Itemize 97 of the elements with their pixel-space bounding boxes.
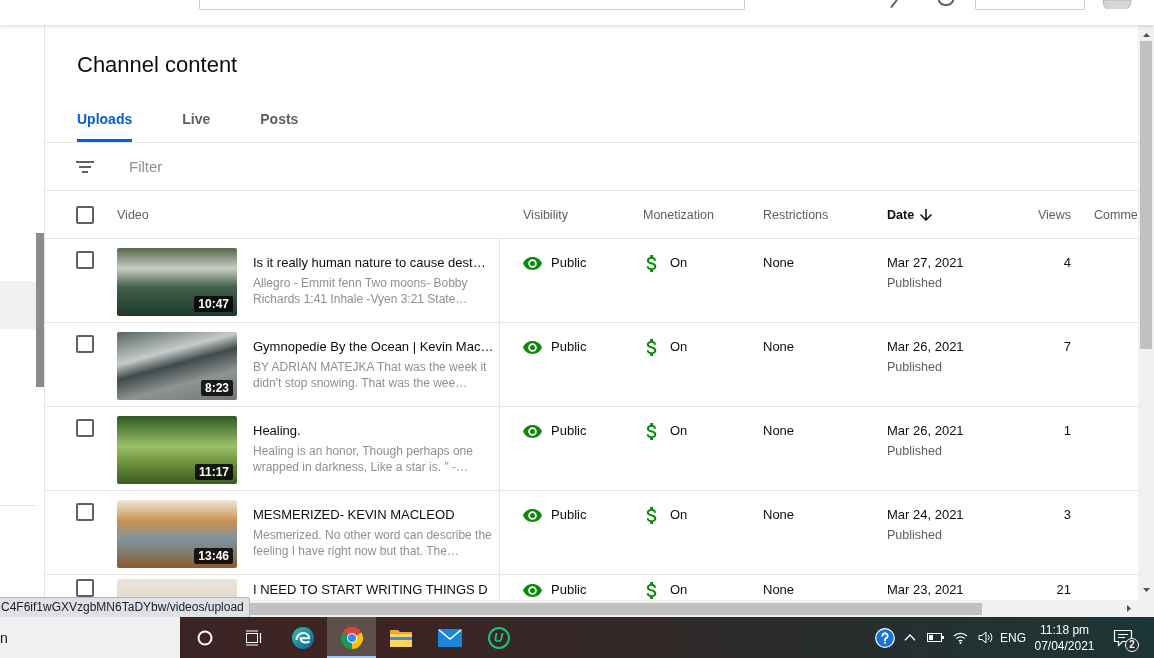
restrictions-label: None (763, 581, 795, 599)
dollar-icon (646, 338, 657, 356)
video-title[interactable]: I NEED TO START WRITING THINGS D (253, 581, 488, 599)
ring-icon[interactable] (937, 0, 955, 6)
visibility-label: Public (551, 254, 587, 272)
column-header[interactable]: Video (117, 206, 149, 223)
visibility-label: Public (551, 422, 587, 440)
browser-icon (290, 625, 315, 650)
video-description: Allegro - Emmit fenn Two moons- Bobby Richards 1:41 Inhale -Vyen 3:21 State… (253, 275, 469, 307)
view-count: 1 (1063, 422, 1071, 440)
video-duration: 11:17 (194, 464, 233, 480)
video-title[interactable]: Healing. (253, 422, 301, 440)
restrictions-label: None (763, 254, 795, 272)
filter-field[interactable]: Filter (129, 155, 369, 178)
view-count: 21 (1056, 581, 1071, 599)
triangle-down-icon (1142, 588, 1150, 592)
publish-status: Published (887, 443, 942, 459)
publish-date: Mar 26, 2021 (887, 338, 964, 356)
tab[interactable]: Uploads (77, 95, 133, 142)
clock-date[interactable]: 07/04/2021 (1034, 637, 1095, 654)
publish-date: Mar 24, 2021 (887, 506, 964, 524)
monetization-label: On (670, 338, 688, 356)
column-header[interactable]: Date (887, 206, 933, 223)
row-checkbox[interactable] (76, 503, 94, 521)
view-count: 4 (1063, 254, 1071, 272)
help-icon[interactable] (875, 627, 895, 648)
browser-icon (339, 625, 364, 650)
eye-icon (523, 583, 542, 597)
ring-icon (196, 629, 213, 646)
column-header[interactable]: Comme (1094, 206, 1138, 223)
column-header[interactable]: Monetization (643, 206, 714, 223)
publish-date: Mar 27, 2021 (887, 254, 964, 272)
video-description: BY ADRIAN MATEJKA That was the week it didn't stop snowing. That was the wee… (253, 359, 488, 391)
video-duration: 10:47 (194, 296, 233, 312)
eye-icon (523, 256, 542, 270)
view-count: 3 (1063, 506, 1071, 524)
triangle-right-icon (1127, 605, 1131, 612)
video-description: Healing is an honor, Though perhaps one wrapped in darkness, Like a star is. " -… (253, 443, 474, 475)
monetization-label: On (670, 254, 688, 272)
search-field[interactable] (199, 0, 745, 10)
video-duration: 13:46 (194, 548, 233, 564)
notification-icon[interactable] (1113, 628, 1133, 647)
chevron-up-icon[interactable] (904, 634, 916, 641)
row-checkbox[interactable] (76, 419, 94, 437)
restrictions-label: None (763, 422, 795, 440)
dollar-icon (646, 581, 657, 599)
language-indicator[interactable]: ENG (1000, 630, 1026, 645)
notification-count: 2 (1125, 637, 1139, 652)
column-header[interactable]: Restrictions (763, 206, 829, 223)
dollar-icon (646, 506, 657, 524)
eye-icon (523, 508, 542, 522)
publish-status: Published (887, 527, 942, 543)
video-title[interactable]: MESMERIZED- KEVIN MACLEOD (253, 506, 455, 524)
eye-icon (523, 340, 542, 354)
row-checkbox[interactable] (76, 251, 94, 269)
arrow-down-icon (920, 208, 933, 221)
wifi-icon[interactable] (953, 631, 968, 644)
battery-icon[interactable] (927, 633, 944, 642)
video-title[interactable]: Gymnopedie By the Ocean | Kevin Mac… (253, 338, 494, 356)
folder-icon (388, 627, 413, 648)
taskbar-search-field[interactable]: n (0, 617, 180, 658)
video-duration: 8:23 (200, 380, 233, 396)
visibility-label: Public (551, 506, 587, 524)
status-url-tooltip: C4F6if1wGXVzgbMN6TaDYbw/videos/upload (0, 597, 250, 617)
visibility-label: Public (551, 581, 587, 599)
video-description: Mesmerized. No other word can describe the feeling I have right now but that. The… (253, 527, 493, 559)
task-view-icon (244, 629, 263, 646)
tab[interactable]: Live (182, 95, 211, 142)
taskbar-button[interactable]: U (474, 617, 523, 658)
dollar-icon (646, 254, 657, 272)
tab[interactable]: Posts (260, 95, 299, 142)
publish-date: Mar 23, 2021 (887, 581, 964, 599)
mail-icon (437, 628, 462, 647)
volume-icon[interactable] (977, 631, 993, 644)
restrictions-label: None (763, 506, 795, 524)
publish-status: Published (887, 359, 942, 375)
clock-time[interactable]: 11:18 pm (1039, 621, 1090, 638)
row-checkbox[interactable] (76, 335, 94, 353)
slash-icon[interactable] (890, 0, 898, 8)
restrictions-label: None (763, 338, 795, 356)
monetization-label: On (670, 506, 688, 524)
dollar-icon (646, 422, 657, 440)
monetization-label: On (670, 581, 688, 599)
view-count: 7 (1063, 338, 1071, 356)
video-title[interactable]: Is it really human nature to cause dest… (253, 254, 486, 272)
eye-icon (523, 424, 542, 438)
publish-status: Published (887, 275, 942, 291)
filter-icon[interactable] (76, 160, 94, 173)
column-header[interactable]: Views (1037, 206, 1071, 223)
column-header[interactable]: Visibility (523, 206, 568, 223)
select-all-checkbox[interactable] (76, 205, 94, 224)
triangle-up-icon (1142, 33, 1150, 37)
visibility-label: Public (551, 338, 587, 356)
monetization-label: On (670, 422, 688, 440)
publish-date: Mar 26, 2021 (887, 422, 964, 440)
app-logo: U (487, 626, 510, 649)
page-title: Channel content (77, 51, 238, 79)
